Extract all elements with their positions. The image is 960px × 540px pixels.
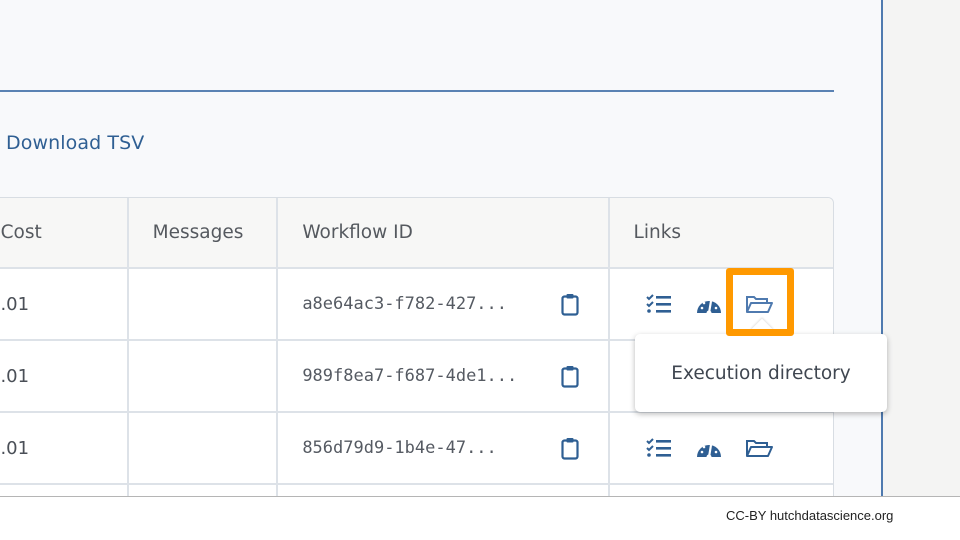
header-workflow-id[interactable]: Workflow ID (278, 198, 610, 267)
cost-cell: 0.01 (0, 413, 129, 483)
workflow-id-cell: 989f8ea7-f687-4de1... (278, 341, 610, 411)
cost-cell (0, 485, 129, 496)
workflow-id-cell: 856d79d9-1b4e-47... (278, 413, 610, 483)
cost-value: 0.01 (0, 437, 30, 459)
clipboard-icon[interactable] (561, 293, 579, 316)
task-list-icon[interactable] (645, 437, 673, 459)
main-panel: Download TSV n Cost Messages Workflow ID… (0, 0, 883, 496)
download-tsv-link[interactable]: Download TSV (6, 132, 144, 154)
header-cost[interactable]: n Cost (0, 198, 129, 267)
messages-cell (129, 269, 279, 339)
workflow-id-cell (278, 485, 610, 496)
folder-open-icon[interactable] (745, 437, 773, 459)
workflow-id-text: 989f8ea7-f687-4de1... (302, 366, 518, 386)
header-cost-label: n Cost (0, 222, 42, 243)
header-messages[interactable]: Messages (129, 198, 279, 267)
dashboard-gauge-icon[interactable] (695, 293, 723, 315)
table-row: 0.01 a8e64ac3-f782-427... (0, 269, 833, 341)
links-cell (610, 485, 833, 496)
cost-cell: 0.01 (0, 269, 129, 339)
workflow-id-text: 856d79d9-1b4e-47... (302, 438, 497, 458)
screenshot-area: Download TSV n Cost Messages Workflow ID… (0, 0, 960, 497)
table-header-row: n Cost Messages Workflow ID Links (0, 198, 833, 269)
task-list-icon[interactable] (645, 293, 673, 315)
cost-value: 0.01 (0, 293, 30, 315)
cost-value: 0.01 (0, 365, 30, 387)
cost-cell: 0.01 (0, 341, 129, 411)
messages-cell (129, 341, 279, 411)
dashboard-gauge-icon[interactable] (695, 437, 723, 459)
table-row (0, 485, 833, 496)
workflow-id-cell: a8e64ac3-f782-427... (278, 269, 610, 339)
header-links: Links (633, 222, 682, 243)
tooltip-text: Execution directory (671, 362, 851, 384)
section-divider (0, 90, 834, 92)
execution-directory-tooltip: Execution directory (635, 334, 887, 412)
folder-open-icon[interactable] (745, 293, 773, 315)
links-cell (610, 413, 833, 483)
clipboard-icon[interactable] (561, 365, 579, 388)
messages-cell (129, 485, 279, 496)
clipboard-icon[interactable] (561, 437, 579, 460)
credit-footer: CC-BY hutchdatascience.org (726, 508, 894, 523)
table-row: 0.01 856d79d9-1b4e-47... (0, 413, 833, 485)
workflow-id-text: a8e64ac3-f782-427... (302, 294, 508, 314)
links-cell (610, 269, 833, 339)
messages-cell (129, 413, 279, 483)
